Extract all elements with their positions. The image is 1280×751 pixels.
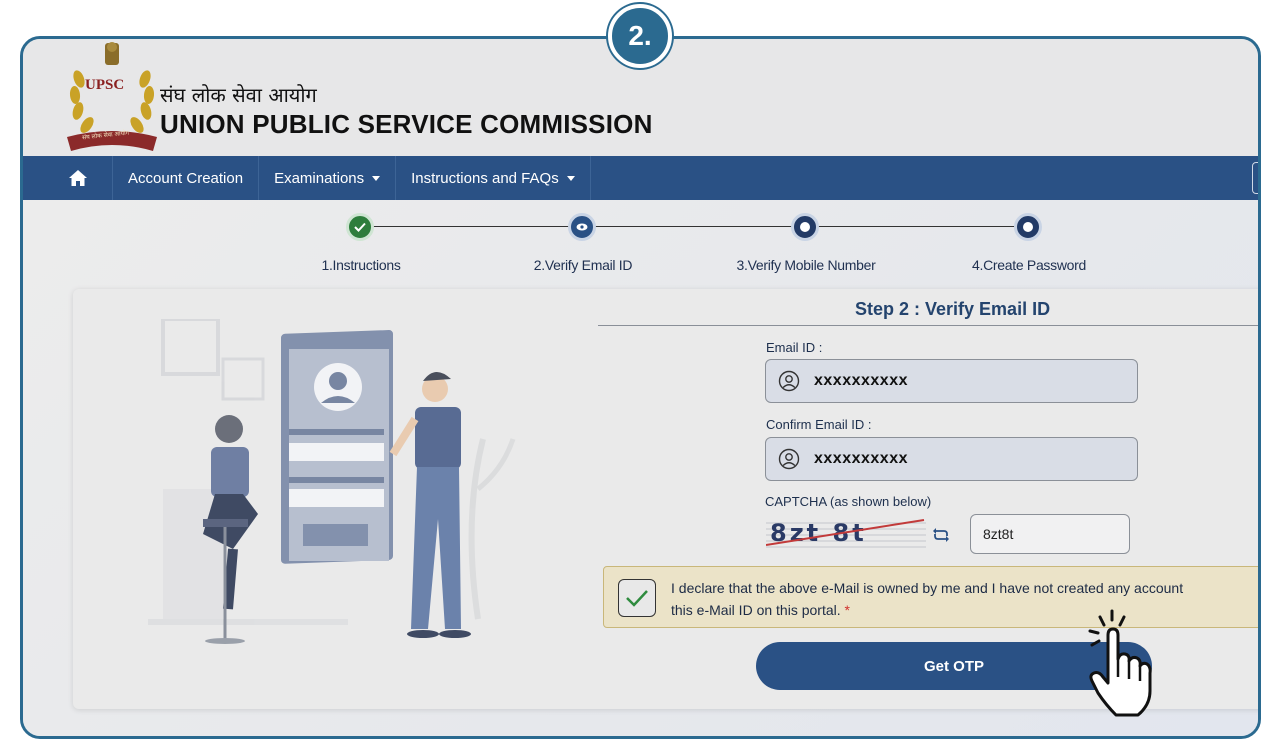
step-number-badge: 2.	[608, 4, 672, 68]
nav-examinations[interactable]: Examinations	[259, 156, 397, 200]
email-label: Email ID :	[766, 340, 823, 355]
nav-account-creation-label: Account Creation	[128, 169, 244, 187]
captcha-image: 8zt 8t	[766, 517, 926, 551]
title-divider	[598, 325, 1258, 326]
caret-down-icon	[372, 175, 381, 181]
english-title: UNION PUBLIC SERVICE COMMISSION	[160, 109, 653, 139]
nav-right-control[interactable]	[1252, 162, 1258, 194]
logo-text: UPSC	[85, 77, 125, 93]
captcha-label: CAPTCHA (as shown below)	[765, 494, 932, 509]
pointer-hand-icon	[1088, 609, 1152, 717]
screenshot-frame: UPSC संघ लोक सेवा आयोग संघ लोक सेवा आयोग…	[20, 36, 1261, 739]
step-3-label: 3.Verify Mobile Number	[736, 257, 876, 273]
email-value: xxxxxxxxxx	[814, 372, 908, 389]
nav-instructions-faqs[interactable]: Instructions and FAQs	[396, 156, 591, 200]
caret-down-icon	[566, 175, 575, 181]
required-asterisk: *	[844, 602, 850, 618]
upsc-logo	[67, 42, 157, 151]
confirm-email-field[interactable]: xxxxxxxxxx	[765, 437, 1138, 481]
form-title: Step 2 : Verify Email ID	[855, 299, 1051, 319]
captcha-strike	[766, 519, 925, 546]
step-1-done-indicator	[346, 213, 374, 241]
stepper-line	[360, 226, 1030, 227]
declaration-line-1: I declare that the above e-Mail is owned…	[671, 580, 1184, 596]
step-3-indicator	[791, 213, 819, 241]
step-4-label: 4.Create Password	[972, 257, 1086, 273]
checkmark-icon	[626, 590, 648, 607]
user-icon	[778, 370, 800, 392]
user-icon	[778, 448, 800, 470]
declaration-line-2: this e-Mail ID on this portal.	[671, 602, 841, 618]
refresh-icon[interactable]	[931, 526, 951, 544]
declaration-checkbox[interactable]	[618, 579, 656, 617]
check-icon	[354, 222, 366, 232]
step-4-indicator	[1014, 213, 1042, 241]
nav-examinations-label: Examinations	[274, 169, 365, 187]
eye-icon	[576, 223, 588, 231]
captcha-input[interactable]: 8zt8t	[970, 514, 1130, 554]
signup-illustration	[148, 319, 516, 644]
declaration-box: I declare that the above e-Mail is owned…	[603, 566, 1258, 628]
nav-home[interactable]	[23, 156, 113, 200]
hindi-title: संघ लोक सेवा आयोग	[160, 83, 317, 107]
confirm-email-value: xxxxxxxxxx	[814, 450, 908, 467]
email-field[interactable]: xxxxxxxxxx	[765, 359, 1138, 403]
main-navbar: Account Creation Examinations Instructio…	[23, 156, 1258, 200]
nav-account-creation[interactable]: Account Creation	[113, 156, 260, 200]
declaration-text: I declare that the above e-Mail is owned…	[671, 577, 1258, 621]
home-icon	[69, 170, 87, 186]
confirm-email-label: Confirm Email ID :	[766, 417, 872, 432]
step-1-label: 1.Instructions	[321, 257, 401, 273]
main-content: 1.Instructions 2.Verify Email ID 3.Verif…	[23, 200, 1258, 736]
step-2-active-indicator	[568, 213, 596, 241]
nav-instructions-faqs-label: Instructions and FAQs	[411, 169, 559, 187]
step-2-label: 2.Verify Email ID	[533, 257, 633, 273]
